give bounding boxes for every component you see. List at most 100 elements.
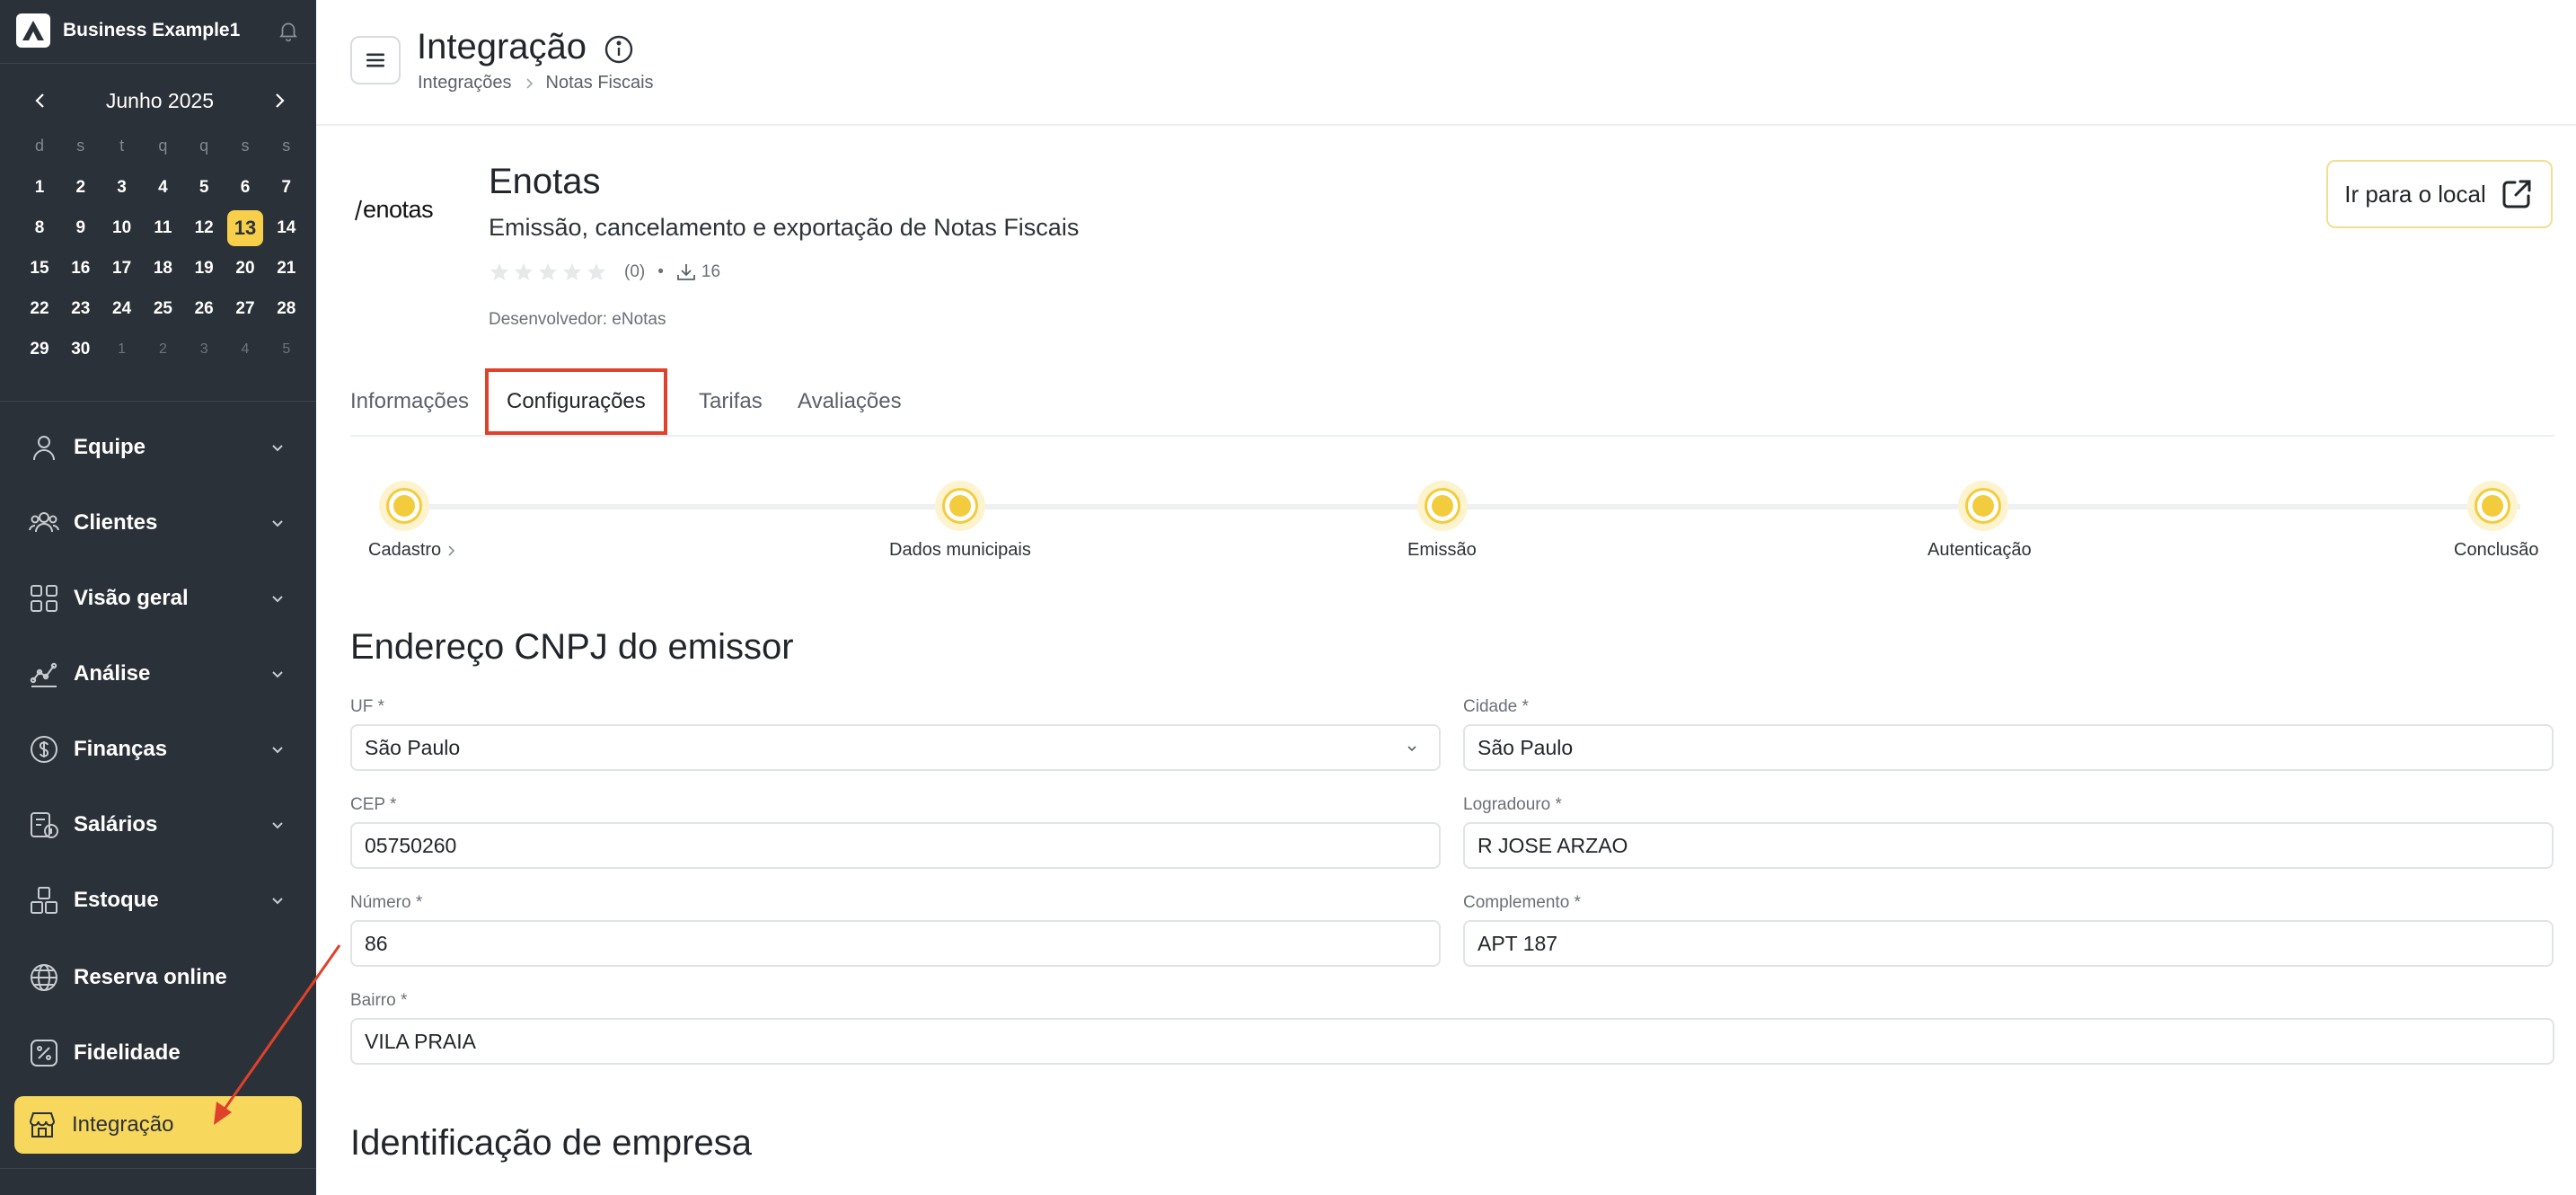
calendar-day[interactable]: 14 bbox=[267, 208, 306, 248]
step-indicator[interactable] bbox=[1417, 481, 1468, 531]
calendar-day[interactable]: 11 bbox=[143, 208, 182, 248]
numero-label: Número * bbox=[350, 893, 423, 912]
tab-avaliacoes[interactable]: Avaliações bbox=[798, 368, 902, 435]
sidebar-item-clientes[interactable]: Clientes bbox=[0, 496, 316, 550]
calendar-day[interactable]: 1 bbox=[102, 329, 142, 369]
calendar-day[interactable]: 10 bbox=[102, 208, 142, 248]
sidebar-item-equipe[interactable]: Equipe bbox=[0, 420, 316, 474]
calendar-day[interactable]: 30 bbox=[61, 329, 101, 369]
cep-value: 05750260 bbox=[365, 833, 457, 857]
stepper: Cadastro Dados municipais Emissão Autent… bbox=[350, 476, 2554, 575]
tab-informacoes[interactable]: Informações bbox=[350, 368, 469, 435]
calendar-day[interactable]: 29 bbox=[20, 329, 59, 369]
sidebar-item-estoque[interactable]: Estoque bbox=[0, 873, 316, 927]
sidebar-item-integracao[interactable]: Integração bbox=[14, 1096, 302, 1154]
uf-select[interactable]: São Paulo bbox=[350, 724, 1441, 771]
chevron-right-icon bbox=[448, 544, 455, 556]
calendar-day[interactable]: 19 bbox=[184, 248, 224, 288]
calendar-day[interactable]: 5 bbox=[267, 329, 306, 369]
calendar-day[interactable]: 1 bbox=[20, 167, 59, 208]
calendar-day[interactable]: 6 bbox=[225, 167, 265, 208]
bell-icon[interactable] bbox=[277, 19, 300, 42]
chevron-right-icon[interactable] bbox=[268, 89, 291, 112]
complemento-field[interactable]: APT 187 bbox=[1463, 920, 2554, 967]
go-to-site-button[interactable]: Ir para o local bbox=[2326, 160, 2553, 228]
cidade-field[interactable]: São Paulo bbox=[1463, 724, 2554, 771]
menu-button[interactable] bbox=[350, 36, 401, 84]
cidade-value: São Paulo bbox=[1478, 735, 1574, 759]
calendar-weekday: q bbox=[199, 136, 209, 155]
business-name[interactable]: Business Example1 bbox=[63, 20, 277, 41]
chevron-down-icon bbox=[268, 890, 287, 910]
chevron-down-icon bbox=[268, 589, 287, 608]
calendar-day[interactable]: 24 bbox=[102, 288, 142, 329]
sidebar-item-analise[interactable]: Análise bbox=[0, 647, 316, 701]
download-count: 16 bbox=[701, 262, 721, 281]
calendar-day[interactable]: 16 bbox=[61, 248, 101, 288]
calendar-day[interactable]: 12 bbox=[184, 208, 224, 248]
sidebar-item-financas[interactable]: Finanças bbox=[0, 722, 316, 776]
calendar-day[interactable]: 3 bbox=[184, 329, 224, 369]
calendar-day[interactable]: 8 bbox=[20, 208, 59, 248]
logradouro-field[interactable]: R JOSE ARZAO bbox=[1463, 822, 2554, 869]
chevron-down-icon bbox=[268, 739, 287, 759]
breadcrumb-item[interactable]: Integrações bbox=[418, 73, 512, 93]
breadcrumb: Integrações Notas Fiscais bbox=[418, 73, 654, 93]
calendar-day[interactable]: 21 bbox=[267, 248, 306, 288]
app-logo-icon[interactable] bbox=[16, 13, 50, 48]
calendar-day[interactable]: 15 bbox=[20, 248, 59, 288]
sidebar-item-reserva-online[interactable]: Reserva online bbox=[0, 951, 316, 1005]
step-indicator[interactable] bbox=[379, 481, 429, 531]
calendar-month: Junho 2025 bbox=[105, 88, 215, 112]
step-label-emissao: Emissão bbox=[1407, 540, 1477, 560]
step-indicator[interactable] bbox=[1958, 481, 2008, 531]
globe-icon bbox=[29, 962, 59, 993]
chevron-left-icon[interactable] bbox=[29, 89, 52, 112]
star-icon bbox=[489, 261, 510, 283]
calendar-day[interactable]: 2 bbox=[61, 167, 101, 208]
calendar-day[interactable]: 27 bbox=[225, 288, 265, 329]
sidebar-item-visao-geral[interactable]: Visão geral bbox=[0, 571, 316, 625]
sidebar-item-salarios[interactable]: Salários bbox=[0, 798, 316, 852]
chevron-down-icon bbox=[1407, 746, 1416, 752]
calendar-day[interactable]: 20 bbox=[225, 248, 265, 288]
calendar-day[interactable]: 4 bbox=[143, 167, 182, 208]
calendar-day[interactable]: 23 bbox=[61, 288, 101, 329]
calendar-day[interactable]: 9 bbox=[61, 208, 101, 248]
calendar-day[interactable]: 25 bbox=[143, 288, 182, 329]
numero-field[interactable]: 86 bbox=[350, 920, 1441, 967]
tab-bar: Informações Configurações Tarifas Avalia… bbox=[350, 368, 2554, 437]
tab-configuracoes[interactable]: Configurações bbox=[485, 368, 667, 435]
info-icon[interactable] bbox=[604, 34, 634, 65]
complemento-label: Complemento * bbox=[1463, 893, 1581, 912]
step-indicator[interactable] bbox=[2467, 481, 2518, 531]
calendar-day[interactable]: 2 bbox=[143, 329, 182, 369]
calendar-day[interactable]: 26 bbox=[184, 288, 224, 329]
external-link-icon bbox=[2502, 180, 2531, 208]
rating-count: (0) bbox=[624, 262, 646, 281]
numero-value: 86 bbox=[365, 931, 388, 955]
user-icon bbox=[29, 432, 59, 463]
calendar-day[interactable]: 4 bbox=[225, 329, 265, 369]
calendar-day[interactable]: 3 bbox=[102, 167, 142, 208]
sidebar-item-fidelidade[interactable]: Fidelidade bbox=[0, 1026, 316, 1080]
step-indicator[interactable] bbox=[935, 481, 985, 531]
step-label-text: Cadastro bbox=[368, 540, 442, 560]
calendar-day[interactable]: 22 bbox=[20, 288, 59, 329]
logradouro-label: Logradouro * bbox=[1463, 795, 1562, 814]
calendar-day[interactable]: 5 bbox=[184, 167, 224, 208]
page-title: Integração bbox=[417, 27, 587, 66]
chevron-right-icon bbox=[525, 77, 533, 89]
calendar-day-today[interactable]: 13 bbox=[225, 208, 265, 248]
bairro-field[interactable]: VILA PRAIA bbox=[350, 1018, 2554, 1065]
uf-value: São Paulo bbox=[365, 735, 461, 759]
calendar-day[interactable]: 7 bbox=[267, 167, 306, 208]
calendar-day[interactable]: 18 bbox=[143, 248, 182, 288]
calendar-day[interactable]: 28 bbox=[267, 288, 306, 329]
step-label-autenticacao: Autenticação bbox=[1928, 540, 2032, 560]
cep-field[interactable]: 05750260 bbox=[350, 822, 1441, 869]
calendar-day[interactable]: 17 bbox=[102, 248, 142, 288]
grid-icon bbox=[29, 583, 59, 614]
calendar-weekday: q bbox=[158, 136, 168, 155]
tab-tarifas[interactable]: Tarifas bbox=[699, 368, 763, 435]
